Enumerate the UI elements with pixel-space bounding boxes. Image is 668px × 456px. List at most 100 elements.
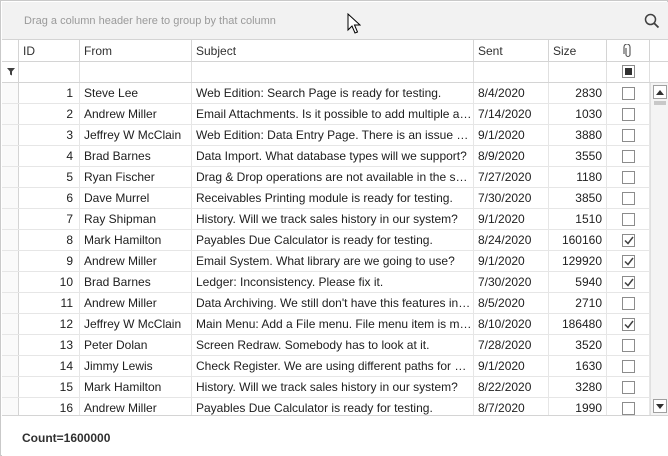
cell-size[interactable]: 2710 <box>549 293 607 313</box>
cell-subject[interactable]: Email System. What library are we going … <box>192 251 474 271</box>
column-header-from[interactable]: From <box>80 40 192 62</box>
attachment-checkbox[interactable] <box>622 381 635 394</box>
group-panel[interactable]: Drag a column header here to group by th… <box>2 2 668 40</box>
cell-sent[interactable]: 7/28/2020 <box>474 335 549 355</box>
attachment-checkbox[interactable] <box>622 339 635 352</box>
cell-sent[interactable]: 7/30/2020 <box>474 272 549 292</box>
cell-from[interactable]: Jeffrey W McClain <box>80 125 192 145</box>
attachment-checkbox[interactable] <box>622 87 635 100</box>
row-indicator[interactable] <box>2 314 19 334</box>
cell-subject[interactable]: History. Will we track sales history in … <box>192 377 474 397</box>
row-indicator[interactable] <box>2 146 19 166</box>
row-indicator[interactable] <box>2 251 19 271</box>
table-row[interactable]: 2 Andrew Miller Email Attachments. Is it p… <box>2 104 650 125</box>
cell-size[interactable]: 1990 <box>549 398 607 415</box>
filter-cell-attachment[interactable] <box>607 62 650 82</box>
cell-size[interactable]: 3280 <box>549 377 607 397</box>
row-indicator[interactable] <box>2 272 19 292</box>
cell-sent[interactable]: 9/1/2020 <box>474 356 549 376</box>
cell-sent[interactable]: 9/1/2020 <box>474 209 549 229</box>
filter-cell-sent[interactable] <box>474 62 549 82</box>
cell-sent[interactable]: 8/22/2020 <box>474 377 549 397</box>
cell-size[interactable]: 1510 <box>549 209 607 229</box>
cell-subject[interactable]: Screen Redraw. Somebody has to look at i… <box>192 335 474 355</box>
cell-from[interactable]: Ryan Fischer <box>80 167 192 187</box>
cell-size[interactable]: 3880 <box>549 125 607 145</box>
cell-id[interactable]: 9 <box>19 251 80 271</box>
cell-subject[interactable]: Receivables Printing module is ready for… <box>192 188 474 208</box>
cell-id[interactable]: 13 <box>19 335 80 355</box>
filter-cell-from[interactable] <box>80 62 192 82</box>
cell-from[interactable]: Brad Barnes <box>80 146 192 166</box>
table-row[interactable]: 10 Brad Barnes Ledger: Inconsistency. Plea… <box>2 272 650 293</box>
table-row[interactable]: 8 Mark Hamilton Payables Due Calculator is… <box>2 230 650 251</box>
cell-size[interactable]: 129920 <box>549 251 607 271</box>
cell-size[interactable]: 3520 <box>549 335 607 355</box>
row-indicator[interactable] <box>2 83 19 103</box>
table-row[interactable]: 13 Peter Dolan Screen Redraw. Somebody has… <box>2 335 650 356</box>
cell-subject[interactable]: Web Edition: Data Entry Page. There is a… <box>192 125 474 145</box>
column-header-subject[interactable]: Subject <box>192 40 474 62</box>
scroll-thumb[interactable] <box>654 101 666 105</box>
cell-subject[interactable]: Payables Due Calculator is ready for tes… <box>192 230 474 250</box>
cell-sent[interactable]: 7/27/2020 <box>474 167 549 187</box>
cell-from[interactable]: Mark Hamilton <box>80 377 192 397</box>
cell-id[interactable]: 14 <box>19 356 80 376</box>
attachment-checkbox[interactable] <box>622 318 635 331</box>
cell-subject[interactable]: Drag & Drop operations are not available… <box>192 167 474 187</box>
cell-id[interactable]: 15 <box>19 377 80 397</box>
cell-subject[interactable]: Ledger: Inconsistency. Please fix it. <box>192 272 474 292</box>
attachment-checkbox[interactable] <box>622 150 635 163</box>
cell-subject[interactable]: Main Menu: Add a File menu. File menu it… <box>192 314 474 334</box>
row-indicator[interactable] <box>2 377 19 397</box>
row-indicator[interactable] <box>2 356 19 376</box>
cell-size[interactable]: 1180 <box>549 167 607 187</box>
row-indicator[interactable] <box>2 230 19 250</box>
cell-from[interactable]: Andrew Miller <box>80 398 192 415</box>
vertical-scrollbar[interactable] <box>650 83 668 415</box>
attachment-checkbox[interactable] <box>622 360 635 373</box>
cell-sent[interactable]: 8/9/2020 <box>474 146 549 166</box>
column-header-size[interactable]: Size <box>549 40 607 62</box>
cell-size[interactable]: 186480 <box>549 314 607 334</box>
attachment-checkbox[interactable] <box>622 297 635 310</box>
cell-id[interactable]: 8 <box>19 230 80 250</box>
table-row[interactable]: 5 Ryan Fischer Drag & Drop operations are … <box>2 167 650 188</box>
cell-subject[interactable]: Web Edition: Search Page is ready for te… <box>192 83 474 103</box>
cell-size[interactable]: 160160 <box>549 230 607 250</box>
table-row[interactable]: 4 Brad Barnes Data Import. What database t… <box>2 146 650 167</box>
cell-size[interactable]: 5940 <box>549 272 607 292</box>
attachment-checkbox[interactable] <box>622 234 635 247</box>
table-row[interactable]: 14 Jimmy Lewis Check Register. We are usin… <box>2 356 650 377</box>
cell-from[interactable]: Steve Lee <box>80 83 192 103</box>
cell-size[interactable]: 2830 <box>549 83 607 103</box>
cell-subject[interactable]: Check Register. We are using different p… <box>192 356 474 376</box>
cell-from[interactable]: Peter Dolan <box>80 335 192 355</box>
cell-id[interactable]: 2 <box>19 104 80 124</box>
filter-attachment-checkbox[interactable] <box>622 65 635 78</box>
table-row[interactable]: 7 Ray Shipman History. Will we track sales… <box>2 209 650 230</box>
row-indicator[interactable] <box>2 188 19 208</box>
column-header-sent[interactable]: Sent <box>474 40 549 62</box>
table-row[interactable]: 6 Dave Murrel Receivables Printing module … <box>2 188 650 209</box>
cell-id[interactable]: 12 <box>19 314 80 334</box>
cell-from[interactable]: Andrew Miller <box>80 293 192 313</box>
scroll-up-button[interactable] <box>653 85 667 99</box>
table-row[interactable]: 16 Andrew Miller Payables Due Calculator i… <box>2 398 650 415</box>
filter-cell-subject[interactable] <box>192 62 474 82</box>
cell-from[interactable]: Andrew Miller <box>80 104 192 124</box>
cell-size[interactable]: 3850 <box>549 188 607 208</box>
cell-sent[interactable]: 8/7/2020 <box>474 398 549 415</box>
cell-sent[interactable]: 7/30/2020 <box>474 188 549 208</box>
scroll-down-button[interactable] <box>653 399 667 413</box>
row-indicator[interactable] <box>2 167 19 187</box>
row-indicator[interactable] <box>2 335 19 355</box>
cell-size[interactable]: 1630 <box>549 356 607 376</box>
cell-id[interactable]: 6 <box>19 188 80 208</box>
row-indicator[interactable] <box>2 398 19 415</box>
cell-id[interactable]: 11 <box>19 293 80 313</box>
cell-size[interactable]: 1030 <box>549 104 607 124</box>
table-row[interactable]: 3 Jeffrey W McClain Web Edition: Data Entr… <box>2 125 650 146</box>
attachment-checkbox[interactable] <box>622 108 635 121</box>
cell-subject[interactable]: Data Import. What database types will we… <box>192 146 474 166</box>
